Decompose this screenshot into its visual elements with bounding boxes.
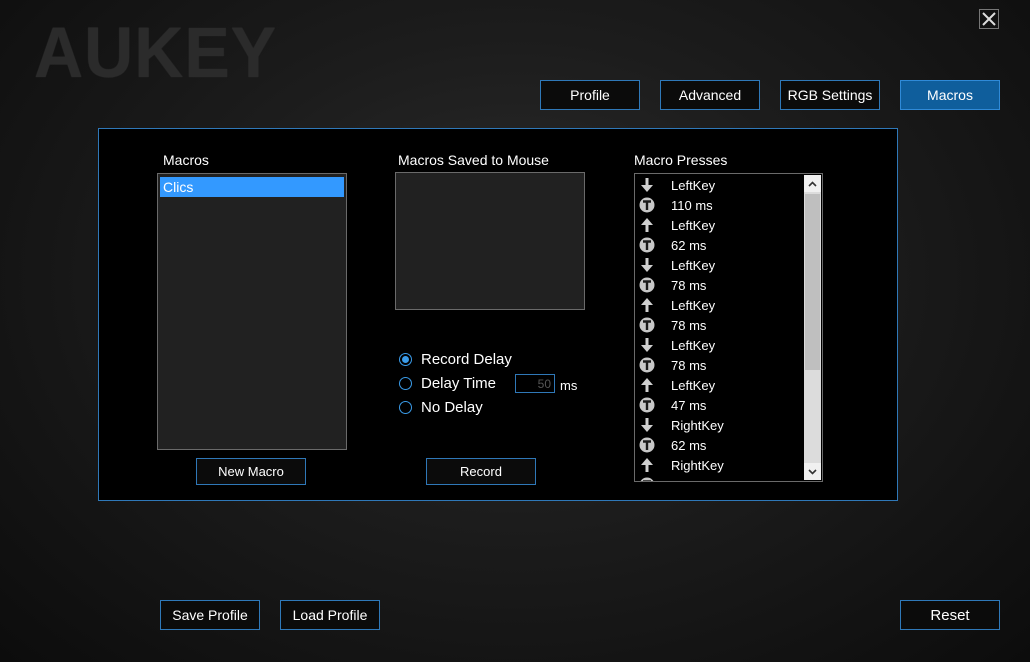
timer-icon (637, 195, 657, 215)
record-delay-option[interactable]: Record Delay (399, 351, 512, 368)
macro-press-row[interactable]: 110 ms (635, 195, 803, 215)
macro-press-row[interactable]: 78 ms (635, 315, 803, 335)
macro-press-row[interactable]: 47 ms (635, 395, 803, 415)
delay-time-option[interactable]: Delay Time (399, 375, 496, 392)
scroll-down-button[interactable] (804, 463, 821, 480)
save-profile-button[interactable]: Save Profile (160, 600, 260, 630)
arrow-down-icon (637, 335, 657, 355)
timer-icon (637, 475, 657, 481)
record-button[interactable]: Record (426, 458, 536, 485)
tab-macros[interactable]: Macros (900, 80, 1000, 110)
reset-button[interactable]: Reset (900, 600, 1000, 630)
macros-title: Macros (163, 152, 209, 168)
no-delay-radio[interactable] (399, 401, 412, 414)
delay-time-input[interactable] (515, 374, 555, 393)
aukey-logo: AUKEY (34, 13, 278, 93)
macro-press-row[interactable]: 78 ms (635, 475, 803, 482)
saved-macros-title: Macros Saved to Mouse (398, 152, 549, 168)
timer-icon (637, 435, 657, 455)
macro-presses-title: Macro Presses (634, 152, 728, 168)
new-macro-button[interactable]: New Macro (196, 458, 306, 485)
close-icon (982, 12, 996, 26)
chevron-down-icon (808, 468, 817, 475)
record-delay-radio[interactable] (399, 353, 412, 366)
no-delay-label: No Delay (421, 399, 483, 416)
arrow-up-icon (637, 455, 657, 475)
arrow-up-icon (637, 375, 657, 395)
macro-press-row[interactable]: LeftKey (635, 255, 803, 275)
macro-press-row[interactable]: LeftKey (635, 375, 803, 395)
macro-press-row[interactable]: 62 ms (635, 435, 803, 455)
timer-icon (637, 395, 657, 415)
timer-icon (637, 315, 657, 335)
macro-presses-list[interactable]: LeftKey 110 ms LeftKey 62 ms LeftKey 78 ms Lef… (634, 173, 823, 482)
tab-advanced[interactable]: Advanced (660, 80, 760, 110)
macro-press-row[interactable]: 62 ms (635, 235, 803, 255)
no-delay-option[interactable]: No Delay (399, 399, 483, 416)
macro-press-text: 78 ms (671, 357, 707, 373)
macro-press-row[interactable]: RightKey (635, 415, 803, 435)
arrow-up-icon (637, 295, 657, 315)
tab-profile[interactable]: Profile (540, 80, 640, 110)
load-profile-button[interactable]: Load Profile (280, 600, 380, 630)
timer-icon (637, 235, 657, 255)
macro-press-row[interactable]: RightKey (635, 455, 803, 475)
macro-press-text: 62 ms (671, 437, 707, 453)
macro-press-text: LeftKey (671, 217, 716, 233)
macro-press-text: LeftKey (671, 177, 716, 193)
delay-time-radio[interactable] (399, 377, 412, 390)
macro-press-text: RightKey (671, 417, 724, 433)
macros-list[interactable]: Clics (157, 173, 347, 450)
macro-press-text: LeftKey (671, 257, 716, 273)
macro-press-text: 62 ms (671, 237, 707, 253)
arrow-down-icon (637, 415, 657, 435)
macro-press-row[interactable]: LeftKey (635, 295, 803, 315)
scroll-up-button[interactable] (804, 175, 821, 192)
arrow-down-icon (637, 255, 657, 275)
delay-unit-label: ms (560, 378, 578, 393)
arrow-up-icon (637, 215, 657, 235)
arrow-down-icon (637, 175, 657, 195)
close-button[interactable] (979, 9, 999, 29)
macros-panel: Macros Clics New Macro Macros Saved to M… (98, 128, 898, 501)
macro-press-text: LeftKey (671, 297, 716, 313)
scroll-thumb[interactable] (805, 194, 820, 370)
macro-press-row[interactable]: LeftKey (635, 215, 803, 235)
macro-press-text: 78 ms (671, 277, 707, 293)
macro-press-text: 78 ms (671, 478, 706, 482)
macro-press-row[interactable]: 78 ms (635, 355, 803, 375)
presses-scrollbar[interactable] (804, 175, 821, 480)
macro-press-row[interactable]: LeftKey (635, 335, 803, 355)
saved-macros-list[interactable] (395, 172, 585, 310)
macro-press-text: RightKey (671, 457, 724, 473)
timer-icon (637, 355, 657, 375)
macro-press-text: 47 ms (671, 397, 707, 413)
macro-press-text: LeftKey (671, 377, 716, 393)
tab-rgb-settings[interactable]: RGB Settings (780, 80, 880, 110)
delay-time-label: Delay Time (421, 375, 497, 392)
macro-press-row[interactable]: LeftKey (635, 175, 803, 195)
macro-press-text: 110 ms (671, 197, 713, 213)
macro-press-text: LeftKey (671, 337, 716, 353)
macro-press-text: 78 ms (671, 317, 707, 333)
timer-icon (637, 275, 657, 295)
record-delay-label: Record Delay (421, 351, 512, 368)
macro-item-clics[interactable]: Clics (160, 177, 344, 197)
chevron-up-icon (808, 180, 817, 187)
macro-press-row[interactable]: 78 ms (635, 275, 803, 295)
